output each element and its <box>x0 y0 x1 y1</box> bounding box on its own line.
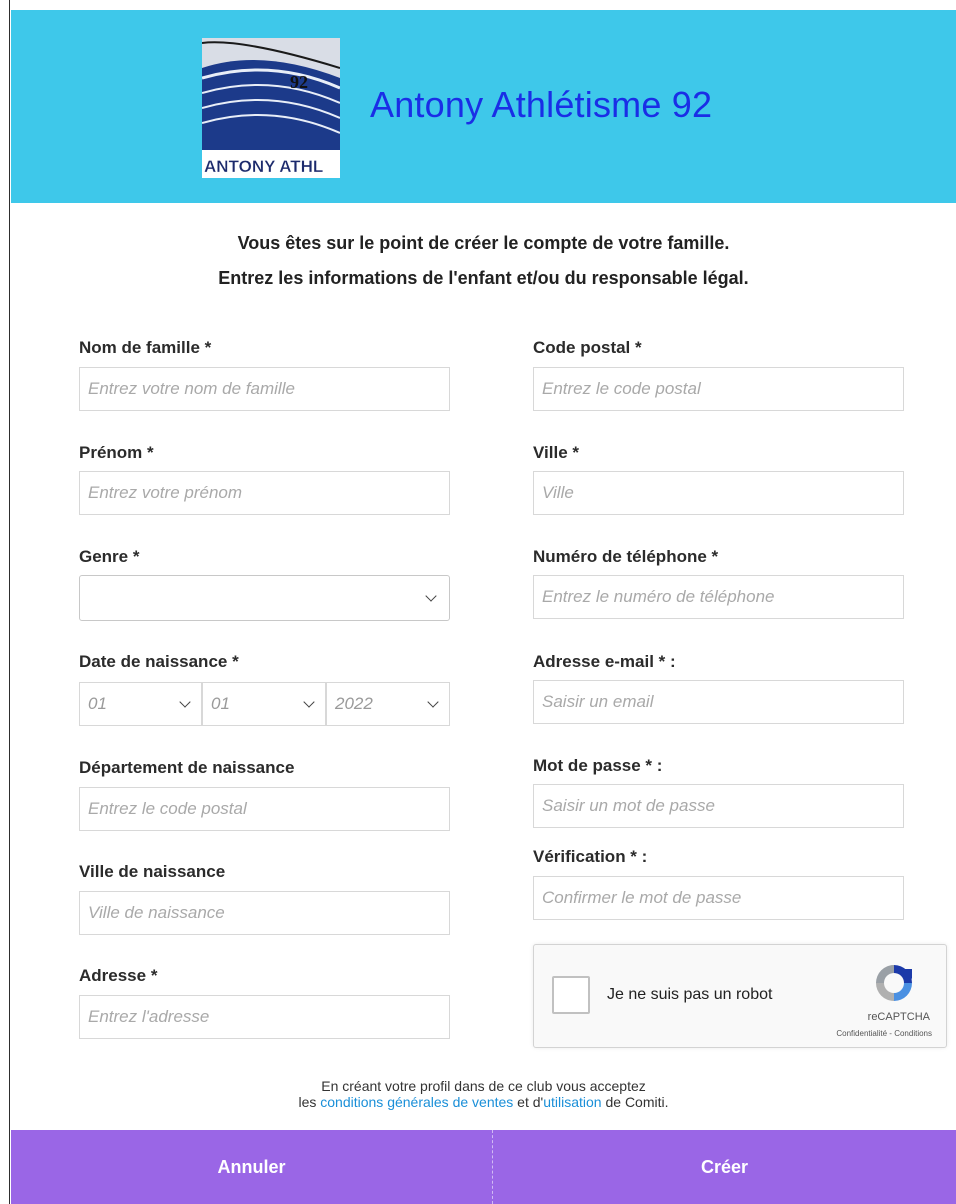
chevron-down-icon <box>427 696 439 708</box>
prenom-input[interactable]: Entrez votre prénom <box>79 471 450 515</box>
birth-month-select[interactable]: 01 <box>202 682 326 726</box>
recaptcha-brand: reCAPTCHA <box>867 1011 930 1023</box>
ville-naissance-input[interactable]: Ville de naissance <box>79 891 450 935</box>
intro-line-2: Entrez les informations de l'enfant et/o… <box>218 268 749 288</box>
recaptcha-widget: Je ne suis pas un robot reCAPTCHA Confid… <box>533 944 947 1048</box>
code-postal-label: Code postal * <box>533 338 642 357</box>
action-footer: Annuler Créer <box>11 1130 956 1204</box>
recaptcha-label: Je ne suis pas un robot <box>607 986 773 1003</box>
birth-day-select[interactable]: 01 <box>79 682 202 726</box>
chevron-down-icon <box>179 696 191 708</box>
ville-label: Ville * <box>533 443 579 462</box>
verification-label: Vérification * : <box>533 847 648 866</box>
club-logo-image: 92 ANTONY ATHL <box>202 38 340 178</box>
date-naissance-label: Date de naissance * <box>79 652 239 671</box>
birth-year-value: 2022 <box>335 694 373 713</box>
ville-naissance-label: Ville de naissance <box>79 862 226 881</box>
legal-notice: En créant votre profil dans de ce club v… <box>11 1078 956 1110</box>
legal-middle: et d' <box>513 1094 544 1110</box>
site-title: Antony Athlétisme 92 <box>370 84 713 125</box>
birth-day-value: 01 <box>88 694 107 713</box>
telephone-label: Numéro de téléphone * <box>533 547 719 566</box>
genre-label: Genre * <box>79 547 140 566</box>
code-postal-input[interactable]: Entrez le code postal <box>533 367 904 411</box>
create-button[interactable]: Créer <box>493 1130 956 1204</box>
club-logo: 92 ANTONY ATHL <box>202 38 340 178</box>
email-input[interactable]: Saisir un email <box>533 680 904 724</box>
adresse-input[interactable]: Entrez l'adresse <box>79 995 450 1039</box>
window-edge <box>0 0 10 1204</box>
birth-year-select[interactable]: 2022 <box>326 682 450 726</box>
genre-select[interactable] <box>79 575 450 621</box>
departement-label: Département de naissance <box>79 758 295 777</box>
legal-line-2: les conditions générales de ventes et d'… <box>11 1094 956 1110</box>
prenom-label: Prénom * <box>79 443 154 462</box>
usage-link[interactable]: utilisation <box>543 1094 601 1110</box>
intro-text: Vous êtes sur le point de créer le compt… <box>11 226 956 296</box>
legal-suffix: de Comiti. <box>601 1094 669 1110</box>
email-label: Adresse e-mail * : <box>533 652 676 671</box>
recaptcha-links: Confidentialité - Conditions <box>836 1029 932 1038</box>
legal-line-1: En créant votre profil dans de ce club v… <box>321 1078 646 1094</box>
svg-text:ANTONY ATHL: ANTONY ATHL <box>204 157 323 176</box>
recaptcha-checkbox[interactable] <box>552 976 590 1014</box>
nom-label: Nom de famille * <box>79 338 212 357</box>
ville-input[interactable]: Ville <box>533 471 904 515</box>
telephone-input[interactable]: Entrez le numéro de téléphone <box>533 575 904 619</box>
chevron-down-icon <box>425 590 437 602</box>
intro-line-1: Vous êtes sur le point de créer le compt… <box>237 233 730 253</box>
recaptcha-privacy-link[interactable]: Confidentialité <box>836 1029 887 1038</box>
cancel-button[interactable]: Annuler <box>11 1130 492 1204</box>
password-input[interactable]: Saisir un mot de passe <box>533 784 904 828</box>
adresse-label: Adresse * <box>79 966 158 985</box>
cgv-link[interactable]: conditions générales de ventes <box>320 1094 513 1110</box>
recaptcha-terms-link[interactable]: Conditions <box>894 1029 932 1038</box>
nom-input[interactable]: Entrez votre nom de famille <box>79 367 450 411</box>
chevron-down-icon <box>303 696 315 708</box>
svg-text:92: 92 <box>290 72 308 92</box>
recaptcha-logo-icon <box>876 965 912 1001</box>
verification-input[interactable]: Confirmer le mot de passe <box>533 876 904 920</box>
legal-prefix: les <box>298 1094 321 1110</box>
password-label: Mot de passe * : <box>533 756 663 775</box>
departement-input[interactable]: Entrez le code postal <box>79 787 450 831</box>
birth-month-value: 01 <box>211 694 230 713</box>
